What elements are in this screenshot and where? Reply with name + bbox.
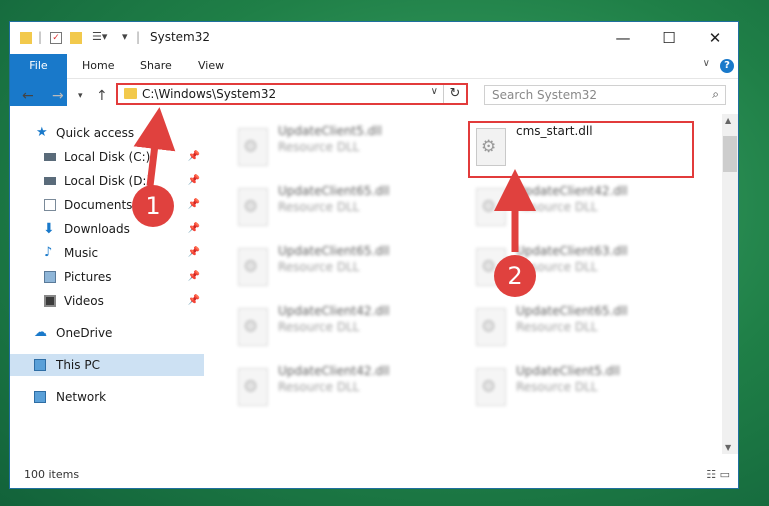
- step-badge-1: 1: [132, 185, 174, 227]
- annotation-arrow-1: [133, 107, 176, 187]
- annotation-layer: [133, 107, 536, 252]
- step-badge-2: 2: [494, 255, 536, 297]
